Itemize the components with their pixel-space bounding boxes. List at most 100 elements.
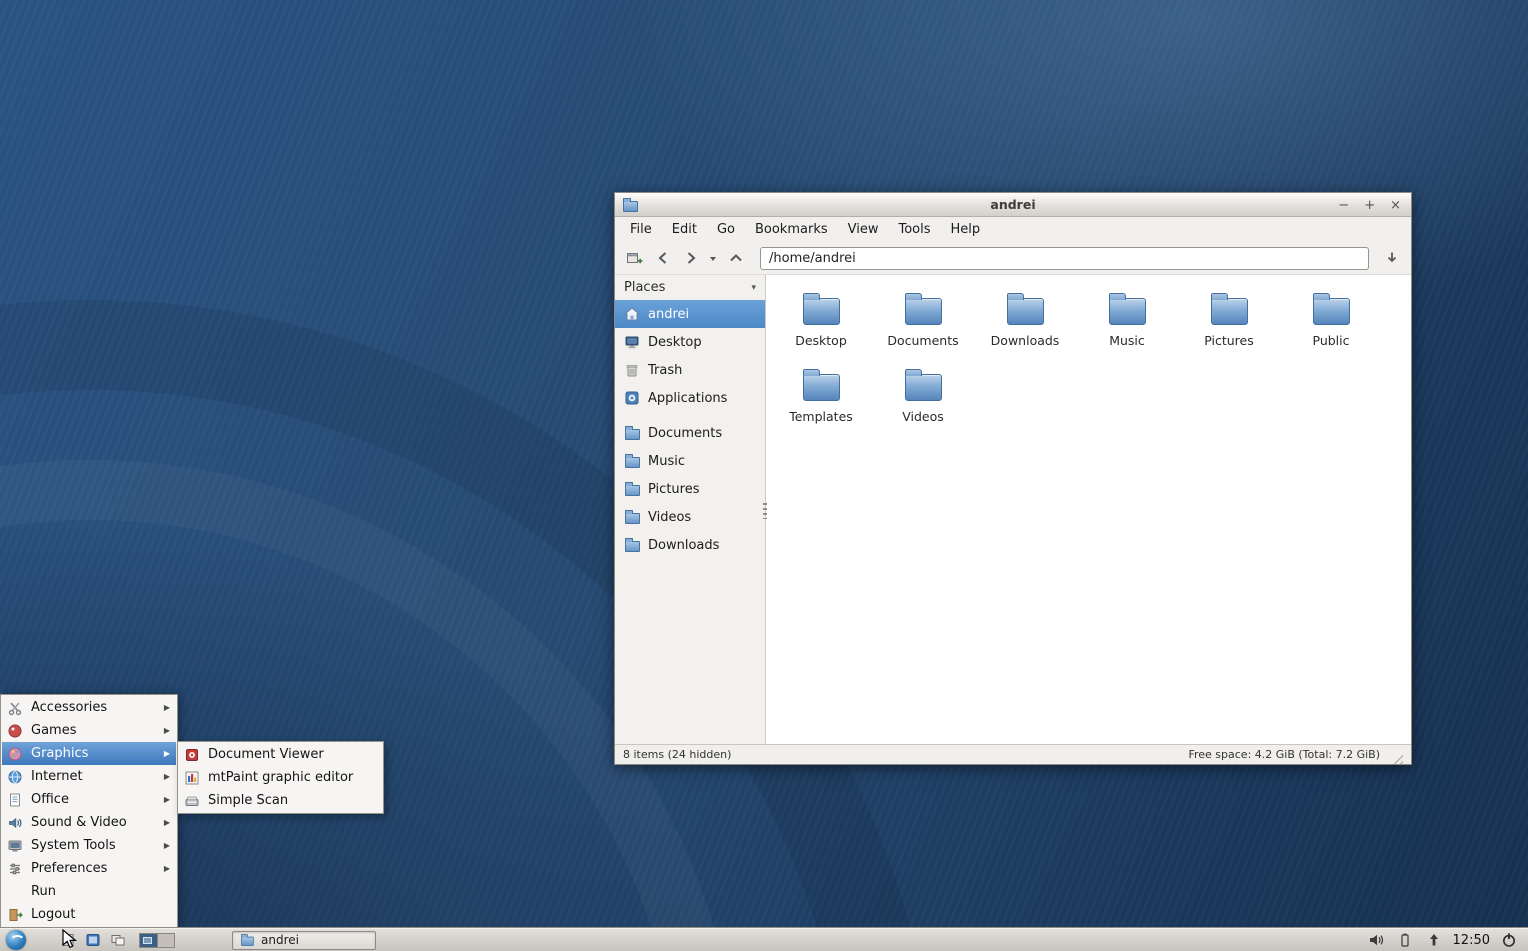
file-templates[interactable]: Templates <box>772 364 870 428</box>
file-manager-launcher-button[interactable] <box>58 930 78 950</box>
system-tray: 12:50 <box>1366 930 1522 950</box>
new-tab-button[interactable] <box>622 246 647 271</box>
power-icon <box>1503 933 1515 947</box>
file-view[interactable]: Desktop Documents Downloads Music Pictur… <box>766 275 1411 744</box>
submenu-arrow-icon: ▶ <box>163 795 170 804</box>
menu-file[interactable]: File <box>620 219 662 240</box>
file-music[interactable]: Music <box>1078 288 1176 352</box>
file-cabinet-icon <box>62 934 74 946</box>
folder-icon <box>624 481 640 497</box>
sidebar-label: Documents <box>648 425 723 441</box>
menu-item-label: mtPaint graphic editor <box>208 770 354 785</box>
desktop-launcher-button[interactable] <box>83 930 103 950</box>
titlebar[interactable]: andrei − + × <box>615 193 1411 217</box>
sidebar-item-music[interactable]: Music <box>615 447 765 475</box>
network-indicator[interactable] <box>1424 930 1444 950</box>
minimize-button[interactable]: − <box>1338 199 1349 212</box>
network-up-arrow-icon <box>1429 934 1438 946</box>
sidebar-item-andrei[interactable]: andrei <box>615 300 765 328</box>
menu-item-sound-video[interactable]: Sound & Video ▶ <box>2 811 176 834</box>
workspace-1[interactable] <box>140 933 157 947</box>
menu-item-system-tools[interactable]: System Tools ▶ <box>2 834 176 857</box>
window-title: andrei <box>990 197 1036 212</box>
menu-item-label: Simple Scan <box>208 793 289 808</box>
menu-edit[interactable]: Edit <box>662 219 707 240</box>
sidebar-item-applications[interactable]: Applications <box>615 384 765 412</box>
jump-to-button[interactable] <box>1379 246 1404 271</box>
sidebar-item-desktop[interactable]: Desktop <box>615 328 765 356</box>
jump-down-icon <box>1387 252 1396 263</box>
sidebar-item-videos[interactable]: Videos <box>615 503 765 531</box>
menu-item-office[interactable]: Office ▶ <box>2 788 176 811</box>
file-videos[interactable]: Videos <box>874 364 972 428</box>
submenu-arrow-icon: ▶ <box>163 772 170 781</box>
menu-item-preferences[interactable]: Preferences ▶ <box>2 857 176 880</box>
history-dropdown-button[interactable] <box>706 246 720 271</box>
logout-icon <box>7 907 23 923</box>
submenu-arrow-icon: ▶ <box>163 818 170 827</box>
menu-bookmarks[interactable]: Bookmarks <box>745 219 838 240</box>
battery-indicator[interactable] <box>1395 930 1415 950</box>
sidebar-item-documents[interactable]: Documents <box>615 419 765 447</box>
menu-item-internet[interactable]: Internet ▶ <box>2 765 176 788</box>
menu-item-label: Run <box>31 884 56 899</box>
places-label: Places <box>624 280 666 295</box>
sidebar-label: Downloads <box>648 537 720 553</box>
menu-go[interactable]: Go <box>707 219 745 240</box>
taskbar-window-button[interactable]: andrei <box>232 930 376 950</box>
folder-icon <box>802 369 840 401</box>
menu-item-graphics[interactable]: Graphics ▶ <box>2 742 176 765</box>
menu-item-logout[interactable]: Logout <box>2 903 176 926</box>
forward-button[interactable] <box>678 246 703 271</box>
submenu-item-simple-scan[interactable]: Simple Scan <box>179 789 382 812</box>
resize-grip[interactable] <box>1390 751 1403 764</box>
back-button[interactable] <box>650 246 675 271</box>
file-desktop[interactable]: Desktop <box>772 288 870 352</box>
menu-view[interactable]: View <box>838 219 889 240</box>
workspace-pager <box>139 932 175 948</box>
start-menu-button[interactable] <box>6 930 26 950</box>
submenu-item-document-viewer[interactable]: Document Viewer <box>179 743 382 766</box>
path-input[interactable] <box>760 246 1369 270</box>
file-label: Pictures <box>1204 333 1254 348</box>
toolbar <box>615 242 1411 275</box>
menu-help[interactable]: Help <box>941 219 991 240</box>
workspace-2[interactable] <box>157 933 174 947</box>
menu-item-games[interactable]: Games ▶ <box>2 719 176 742</box>
folder-icon <box>904 293 942 325</box>
volume-button[interactable] <box>1366 930 1386 950</box>
sidebar-item-trash[interactable]: Trash <box>615 356 765 384</box>
folder-icon <box>802 293 840 325</box>
clock[interactable]: 12:50 <box>1453 933 1490 948</box>
sidebar-item-pictures[interactable]: Pictures <box>615 475 765 503</box>
file-public[interactable]: Public <box>1282 288 1380 352</box>
submenu-arrow-icon: ▶ <box>163 749 170 758</box>
graphics-submenu: Document Viewer mtPaint graphic editor S… <box>177 741 384 814</box>
file-downloads[interactable]: Downloads <box>976 288 1074 352</box>
up-button[interactable] <box>723 246 748 271</box>
office-icon <box>7 792 23 808</box>
folder-icon <box>1108 293 1146 325</box>
show-desktop-button[interactable] <box>108 930 128 950</box>
places-dropdown[interactable]: Places ▾ <box>615 275 765 300</box>
folder-icon <box>1210 293 1248 325</box>
menu-item-accessories[interactable]: Accessories ▶ <box>2 696 176 719</box>
sidebar-item-downloads[interactable]: Downloads <box>615 531 765 559</box>
desktop-icon <box>624 334 640 350</box>
system-tools-icon <box>7 838 23 854</box>
sidebar-label: Videos <box>648 509 692 525</box>
file-label: Public <box>1312 333 1350 348</box>
menu-item-label: Graphics <box>31 746 89 761</box>
sidebar-splitter[interactable] <box>763 503 767 519</box>
shutdown-button[interactable] <box>1499 930 1519 950</box>
desktop-wallpaper[interactable]: andrei − + × File Edit Go Bookmarks View… <box>0 0 1528 951</box>
menu-item-run[interactable]: Run <box>2 880 176 903</box>
maximize-button[interactable]: + <box>1364 199 1375 212</box>
statusbar: 8 items (24 hidden) Free space: 4.2 GiB … <box>615 744 1411 764</box>
submenu-arrow-icon: ▶ <box>163 841 170 850</box>
submenu-item-mtpaint[interactable]: mtPaint graphic editor <box>179 766 382 789</box>
file-pictures[interactable]: Pictures <box>1180 288 1278 352</box>
file-documents[interactable]: Documents <box>874 288 972 352</box>
menu-tools[interactable]: Tools <box>888 219 940 240</box>
close-button[interactable]: × <box>1390 199 1401 212</box>
